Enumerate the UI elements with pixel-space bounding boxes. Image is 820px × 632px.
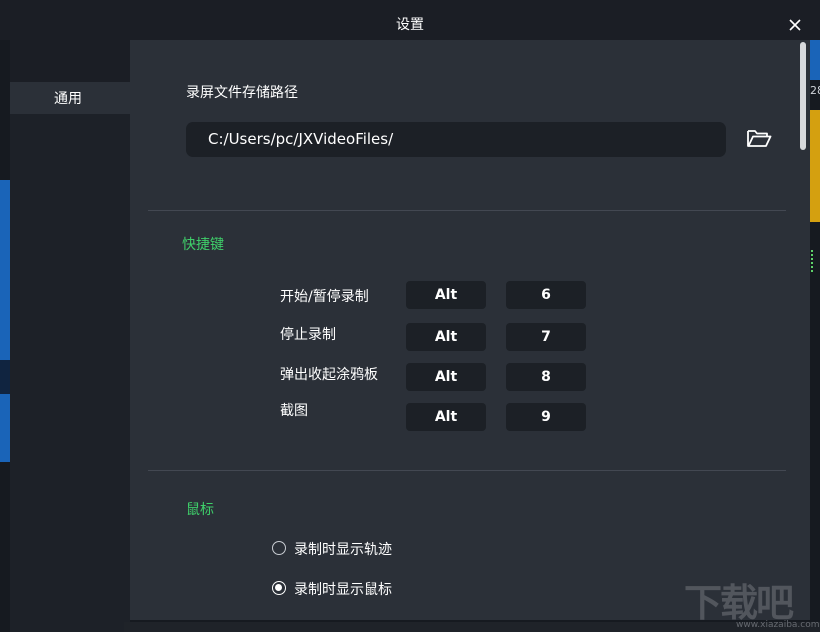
hotkeys-heading: 快捷键 <box>182 237 224 253</box>
storage-path-heading: 录屏文件存储路径 <box>186 85 298 101</box>
section-divider <box>148 470 786 471</box>
browse-folder-button[interactable] <box>746 126 772 150</box>
sidebar-item-general[interactable]: 通用 <box>10 82 130 114</box>
scrollbar-thumb[interactable] <box>800 42 806 150</box>
watermark-url: www.xiazaiba.com <box>736 620 820 630</box>
hotkey-label: 截图 <box>280 403 308 419</box>
mouse-heading: 鼠标 <box>186 502 214 518</box>
hotkey-key[interactable]: 7 <box>506 323 586 351</box>
radio-checked-icon[interactable] <box>272 581 286 595</box>
hotkey-modifier[interactable]: Alt <box>406 403 486 431</box>
storage-path-input[interactable]: C:/Users/pc/JXVideoFiles/ <box>186 122 726 157</box>
hotkey-label: 停止录制 <box>280 327 336 343</box>
hotkey-label: 开始/暂停录制 <box>280 289 369 305</box>
hotkey-label: 弹出收起涂鸦板 <box>280 367 378 383</box>
background-app-strip <box>811 250 816 272</box>
radio-label: 录制时显示鼠标 <box>294 582 392 598</box>
background-app-strip <box>0 180 10 462</box>
radio-unchecked-icon[interactable] <box>272 541 286 555</box>
sidebar <box>10 40 130 632</box>
hotkey-key[interactable]: 9 <box>506 403 586 431</box>
hotkey-modifier[interactable]: Alt <box>406 323 486 351</box>
hotkey-key[interactable]: 6 <box>506 281 586 309</box>
hotkey-modifier[interactable]: Alt <box>406 363 486 391</box>
radio-label: 录制时显示轨迹 <box>294 542 392 558</box>
close-button[interactable] <box>784 14 806 36</box>
sidebar-item-label: 通用 <box>54 91 82 107</box>
background-app-strip <box>810 110 820 222</box>
background-app-text: 28 <box>810 84 820 97</box>
close-icon <box>789 19 801 31</box>
hotkey-modifier[interactable]: Alt <box>406 281 486 309</box>
watermark-logo: 下载吧 <box>684 581 794 625</box>
section-divider <box>148 210 786 211</box>
hotkey-key[interactable]: 8 <box>506 363 586 391</box>
sidebar-header <box>10 40 130 82</box>
background-app-strip <box>0 360 10 394</box>
folder-open-icon <box>747 130 772 147</box>
